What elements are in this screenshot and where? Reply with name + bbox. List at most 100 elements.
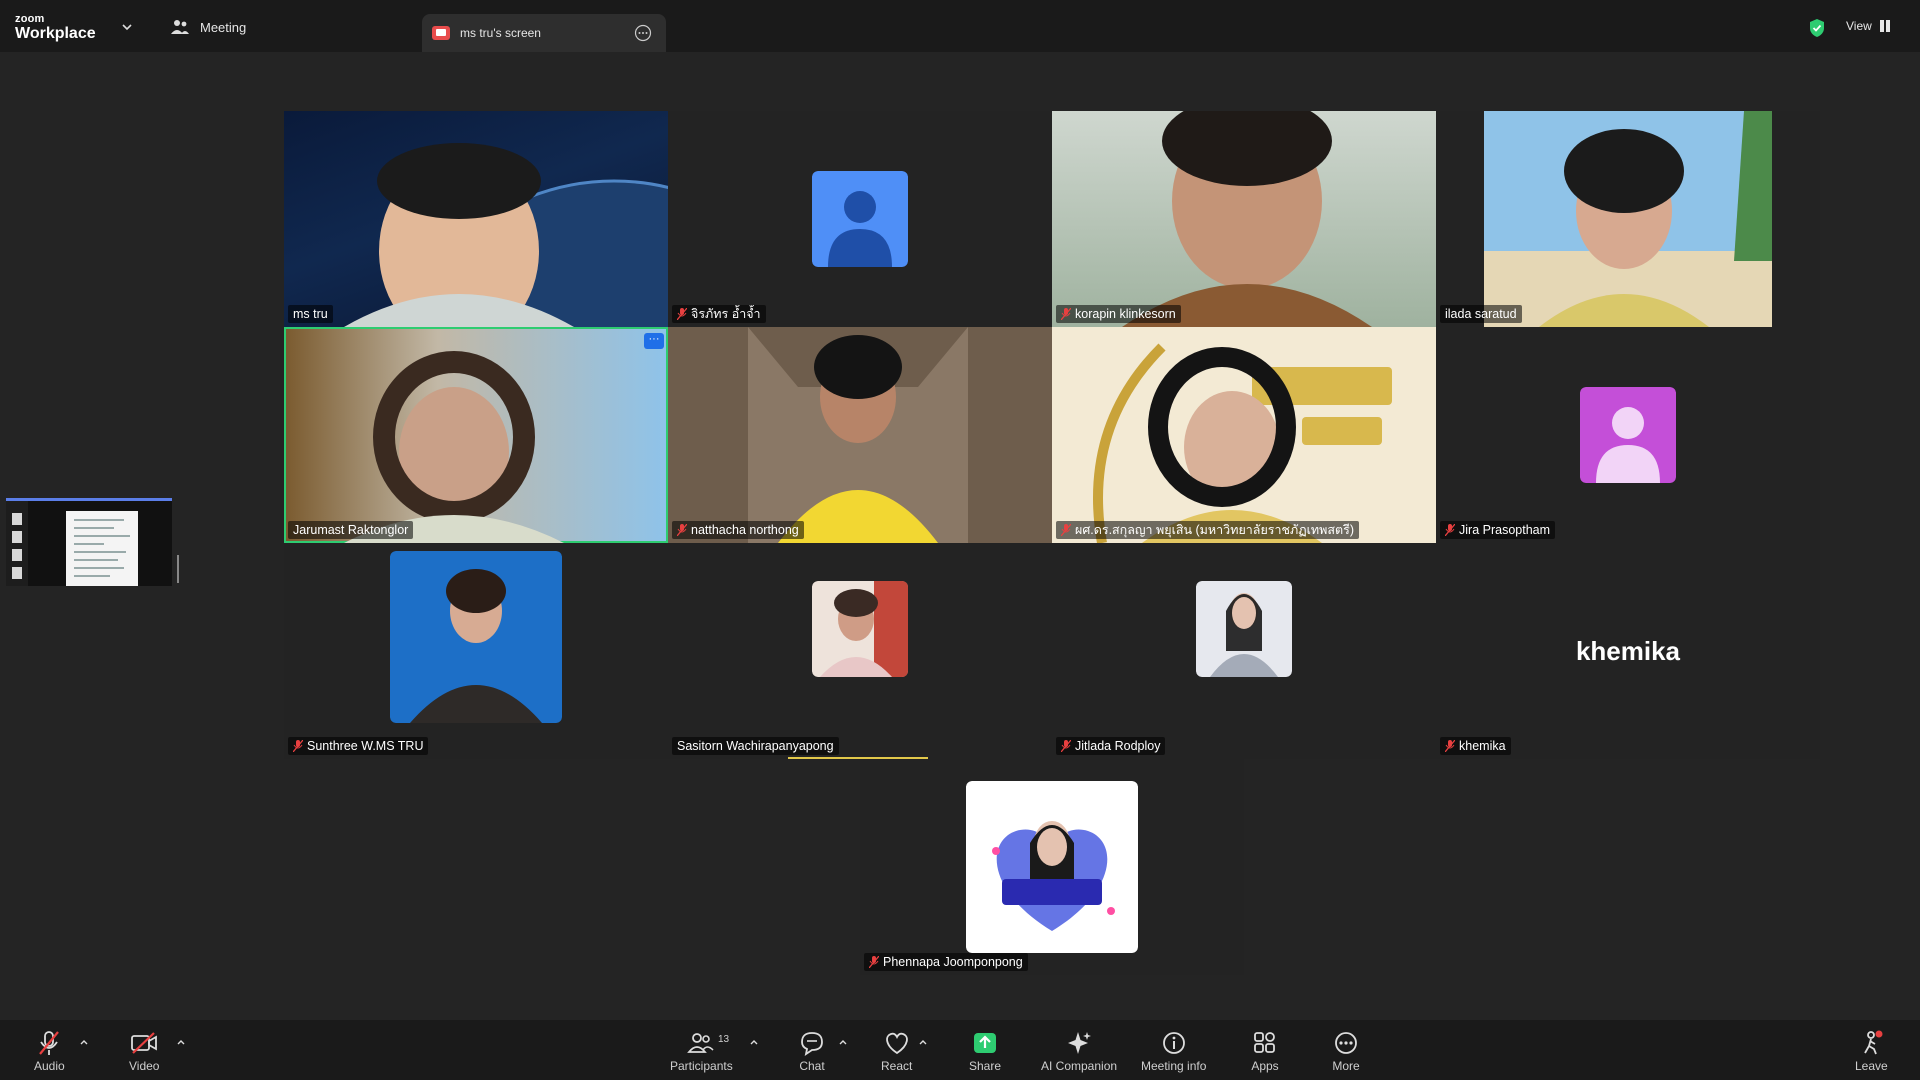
video-feed-korapin [1122, 111, 1372, 327]
participant-name: Jitlada Rodploy [1056, 737, 1166, 755]
participant-name: Phennapa Joomponpong [864, 953, 1028, 971]
react-options-caret[interactable] [918, 1038, 928, 1046]
heart-icon [885, 1032, 908, 1055]
brand-large: Workplace [15, 25, 96, 42]
video-button[interactable]: Video [129, 1030, 159, 1073]
participant-name: ms tru [288, 305, 333, 323]
apps-button[interactable]: Apps [1251, 1030, 1279, 1073]
view-button[interactable]: View [1846, 19, 1890, 33]
participant-tile[interactable]: natthacha northong [668, 327, 1052, 543]
more-label: More [1332, 1059, 1360, 1073]
video-feed-virtual-background [1052, 327, 1436, 543]
audio-label: Audio [34, 1059, 65, 1073]
chat-button[interactable]: Chat [798, 1030, 826, 1073]
sparkle-icon [1068, 1032, 1092, 1054]
meeting-info-label: Meeting info [1141, 1059, 1207, 1073]
mic-muted-icon [1061, 524, 1071, 536]
video-grid: ms tru จิรภัทร อ้ำจ้ำ korapin klinkesorn [284, 111, 1820, 759]
more-dots-icon [1335, 1032, 1357, 1054]
participant-tile[interactable]: Sasitorn Wachirapanyapong [668, 543, 1052, 759]
security-shield-icon[interactable] [1808, 18, 1826, 38]
participants-count-badge: 13 [718, 1034, 730, 1045]
zoom-workplace-logo[interactable]: zoom Workplace [15, 14, 96, 42]
shared-screen-thumbnail[interactable] [6, 498, 172, 586]
mic-muted-icon [1061, 308, 1071, 320]
participant-tile[interactable]: khemika khemika [1436, 543, 1820, 759]
more-button[interactable]: More [1332, 1030, 1360, 1073]
participant-name: natthacha northong [672, 521, 804, 539]
meeting-toolbar [0, 1020, 1920, 1080]
participant-tile[interactable]: Phennapa Joomponpong [860, 759, 1244, 975]
profile-photo-sasitorn [812, 581, 908, 677]
tab-shared-screen-label: ms tru's screen [460, 26, 541, 40]
mic-muted-icon [1445, 524, 1455, 536]
thumbnail-resize-handle[interactable] [177, 555, 179, 583]
participant-name: ผศ.ดร.สกุลญา พยุเสิน (มหาวิทยาลัยราชภัฏเ… [1056, 521, 1359, 539]
brand-small: zoom [15, 13, 45, 25]
default-avatar-icon [812, 171, 908, 267]
participant-tile[interactable]: ilada saratud [1436, 111, 1820, 327]
mic-muted-icon [677, 308, 687, 320]
participant-tile[interactable]: Jira Prasoptham [1436, 327, 1820, 543]
video-off-icon [131, 1032, 158, 1054]
participant-tile[interactable]: ผศ.ดร.สกุลญา พยุเสิน (มหาวิทยาลัยราชภัฏเ… [1052, 327, 1436, 543]
screen-share-icon [432, 26, 450, 40]
share-button[interactable]: Share [969, 1030, 1001, 1073]
more-options-icon[interactable] [634, 24, 652, 42]
mic-muted-icon [1445, 740, 1455, 752]
video-feed-ilada [1484, 111, 1772, 327]
chat-label: Chat [799, 1059, 825, 1073]
profile-photo-jitlada [1196, 581, 1292, 677]
tab-meeting[interactable]: Meeting [170, 18, 246, 36]
participant-name: korapin klinkesorn [1056, 305, 1181, 323]
chevron-down-icon[interactable] [120, 22, 134, 32]
default-avatar-icon [1580, 387, 1676, 483]
participant-tile-active-speaker[interactable]: ··· Jarumast Raktonglor [284, 327, 668, 543]
participant-tile[interactable]: Jitlada Rodploy [1052, 543, 1436, 759]
participant-name: ilada saratud [1440, 305, 1522, 323]
info-icon [1162, 1032, 1185, 1054]
participants-label: Participants [670, 1059, 733, 1073]
participant-display-name: khemika [1575, 635, 1681, 666]
participant-name: Jira Prasoptham [1440, 521, 1556, 539]
people-icon [687, 1033, 714, 1053]
audio-button[interactable]: Audio [34, 1030, 65, 1073]
mic-muted-icon [293, 740, 303, 752]
react-button[interactable]: React [881, 1030, 912, 1073]
react-label: React [881, 1059, 913, 1073]
participant-tile[interactable]: ms tru [284, 111, 668, 327]
mic-off-icon [39, 1031, 60, 1055]
leave-button[interactable]: Leave [1855, 1030, 1888, 1073]
mic-muted-icon [869, 956, 879, 968]
meeting-info-button[interactable]: Meeting info [1141, 1030, 1206, 1073]
video-options-caret[interactable] [176, 1038, 186, 1046]
leave-icon [1864, 1030, 1883, 1055]
tab-meeting-label: Meeting [200, 19, 247, 35]
chat-options-caret[interactable] [838, 1038, 848, 1046]
participants-options-caret[interactable] [749, 1038, 759, 1046]
participant-tile[interactable]: Sunthree W.MS TRU [284, 543, 668, 759]
top-bar: zoom Workplace Meeting ms tru's screen V… [0, 0, 1920, 52]
tile-more-options-button[interactable]: ··· [644, 333, 664, 349]
people-group-icon [171, 20, 189, 34]
participant-name: Jarumast Raktonglor [288, 521, 414, 539]
participant-tile[interactable]: korapin klinkesorn [1052, 111, 1436, 327]
tab-shared-screen[interactable]: ms tru's screen [422, 14, 666, 52]
share-label: Share [969, 1059, 1002, 1073]
chat-bubble-icon [801, 1032, 823, 1056]
participant-name: khemika [1440, 737, 1511, 755]
apps-label: Apps [1251, 1059, 1279, 1073]
leave-label: Leave [1855, 1059, 1888, 1073]
view-grid-icon [1879, 20, 1890, 32]
ai-companion-button[interactable]: AI Companion [1041, 1030, 1117, 1073]
profile-photo-sunthree [390, 551, 562, 723]
apps-icon [1254, 1032, 1275, 1053]
participant-name: จิรภัทร อ้ำจ้ำ [672, 305, 766, 323]
video-feed-ms-tru [344, 143, 668, 327]
profile-photo-phennapa [966, 781, 1138, 953]
video-feed-natthacha [668, 327, 1052, 543]
audio-options-caret[interactable] [79, 1038, 89, 1046]
view-label: View [1846, 19, 1872, 33]
participant-tile[interactable]: จิรภัทร อ้ำจ้ำ [668, 111, 1052, 327]
video-feed-jarumast [344, 351, 564, 543]
